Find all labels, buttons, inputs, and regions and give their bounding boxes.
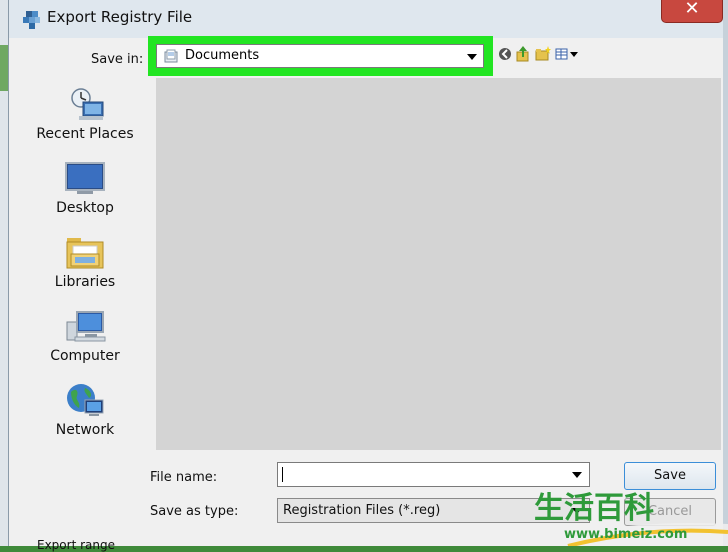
view-menu-icon[interactable] xyxy=(555,45,579,63)
place-desktop[interactable]: Desktop xyxy=(21,160,149,230)
place-label: Network xyxy=(55,422,115,438)
close-icon: ✕ xyxy=(684,0,700,19)
save-as-type-label: Save as type: xyxy=(150,504,239,519)
place-libraries[interactable]: Libraries xyxy=(21,234,149,304)
save-button[interactable]: Save xyxy=(624,462,716,490)
recent-places-icon xyxy=(71,88,104,120)
close-button[interactable]: ✕ xyxy=(661,0,723,23)
place-label: Desktop xyxy=(56,200,114,216)
place-recent-places[interactable]: Recent Places xyxy=(21,86,149,156)
file-list-area[interactable] xyxy=(156,78,721,450)
place-label: Recent Places xyxy=(36,126,134,142)
chevron-down-icon[interactable] xyxy=(572,472,582,478)
save-in-value: Documents xyxy=(185,48,260,63)
desktop-icon xyxy=(65,162,105,194)
watermark-chars: 生活百科 xyxy=(534,491,654,526)
text-cursor xyxy=(282,467,283,482)
libraries-icon xyxy=(66,238,104,269)
computer-icon xyxy=(66,311,106,342)
save-in-combobox[interactable]: Documents xyxy=(156,44,484,68)
new-folder-icon[interactable] xyxy=(535,45,551,63)
documents-library-icon xyxy=(164,49,178,63)
watermark: 生活百科 www.bimeiz.com xyxy=(528,491,728,546)
title-bar: Export Registry File ✕ xyxy=(9,0,723,38)
file-name-input[interactable] xyxy=(277,462,590,487)
export-registry-dialog: Export Registry File ✕ Save in: Document… xyxy=(8,0,723,552)
chevron-down-icon xyxy=(467,54,477,60)
registry-editor-icon xyxy=(23,11,40,29)
place-label: Libraries xyxy=(54,274,116,290)
place-network[interactable]: Network xyxy=(21,382,149,452)
file-name-label: File name: xyxy=(150,470,218,485)
network-icon xyxy=(67,384,104,416)
place-label: Computer xyxy=(50,348,120,364)
up-folder-icon[interactable] xyxy=(516,45,530,63)
watermark-url: www.bimeiz.com xyxy=(564,527,687,542)
back-icon[interactable] xyxy=(498,45,512,63)
save-as-type-value: Registration Files (*.reg) xyxy=(283,503,441,518)
save-in-label: Save in: xyxy=(91,52,144,67)
place-computer[interactable]: Computer xyxy=(21,308,149,378)
export-range-label: Export range xyxy=(37,538,115,552)
dialog-title: Export Registry File xyxy=(47,8,193,26)
places-bar: Recent Places Desktop Libraries Computer… xyxy=(21,78,149,450)
